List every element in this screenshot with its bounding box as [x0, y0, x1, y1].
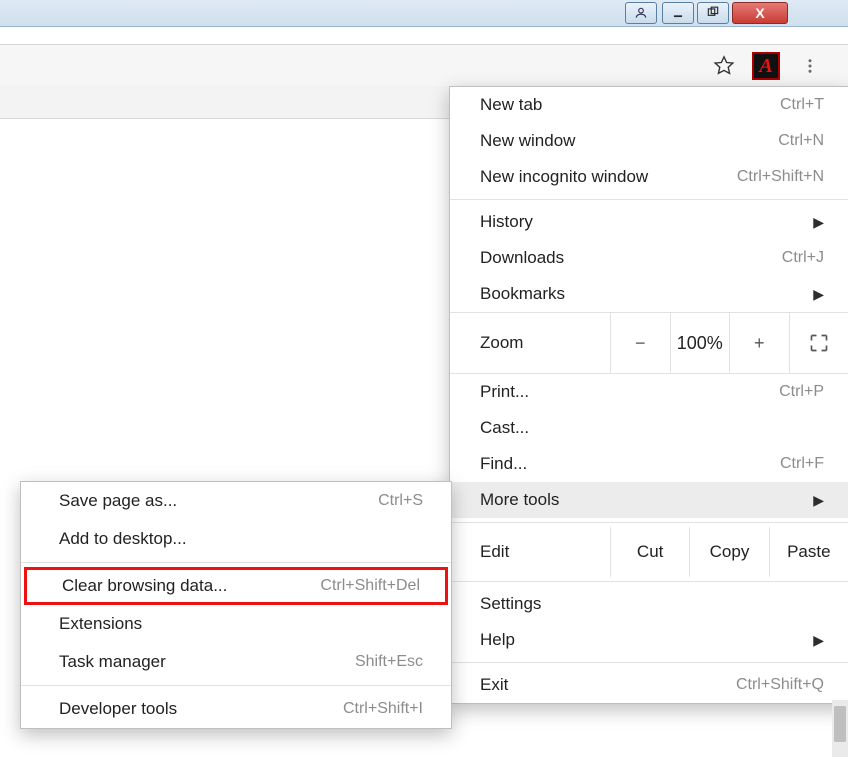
edit-copy-button[interactable]: Copy — [689, 527, 768, 577]
menu-separator — [450, 662, 848, 663]
menu-bookmarks[interactable]: Bookmarks ▶ — [450, 276, 848, 312]
edit-paste-button[interactable]: Paste — [769, 527, 848, 577]
submenu-label: Save page as... — [59, 491, 177, 511]
menu-shortcut: Ctrl+J — [782, 249, 824, 267]
submenu-task-manager[interactable]: Task manager Shift+Esc — [21, 643, 451, 681]
menu-cast[interactable]: Cast... — [450, 410, 848, 446]
bookmark-star-button[interactable] — [710, 52, 738, 80]
adobe-icon: A — [759, 52, 772, 80]
menu-shortcut: Ctrl+F — [780, 455, 824, 473]
menu-new-window[interactable]: New window Ctrl+N — [450, 123, 848, 159]
menu-edit-row: Edit Cut Copy Paste — [450, 527, 848, 577]
menu-label: Find... — [480, 454, 527, 474]
window-maximize-button[interactable] — [697, 2, 729, 24]
zoom-value: 100% — [670, 313, 730, 373]
menu-history[interactable]: History ▶ — [450, 204, 848, 240]
menu-label: Cast... — [480, 418, 529, 438]
menu-shortcut: Ctrl+P — [779, 383, 824, 401]
adobe-extension-button[interactable]: A — [752, 52, 780, 80]
submenu-shortcut: Ctrl+Shift+I — [343, 700, 423, 718]
edit-cut-button[interactable]: Cut — [610, 527, 689, 577]
menu-label: Bookmarks — [480, 284, 565, 304]
page-scrollbar[interactable] — [832, 700, 848, 757]
menu-label: New window — [480, 131, 575, 151]
chrome-main-menu: New tab Ctrl+T New window Ctrl+N New inc… — [449, 86, 848, 704]
submenu-arrow-icon: ▶ — [813, 632, 824, 649]
menu-settings[interactable]: Settings — [450, 586, 848, 622]
menu-label: History — [480, 212, 533, 232]
submenu-shortcut: Shift+Esc — [355, 653, 423, 671]
submenu-label: Task manager — [59, 652, 166, 672]
close-icon: X — [755, 5, 764, 21]
submenu-arrow-icon: ▶ — [813, 492, 824, 509]
menu-label: More tools — [480, 490, 559, 510]
submenu-arrow-icon: ▶ — [813, 214, 824, 231]
menu-help[interactable]: Help ▶ — [450, 622, 848, 658]
menu-shortcut: Ctrl+Shift+N — [737, 168, 824, 186]
submenu-separator — [21, 562, 451, 563]
menu-zoom-label: Zoom — [450, 333, 610, 353]
submenu-shortcut: Ctrl+Shift+Del — [320, 577, 420, 595]
menu-label: New incognito window — [480, 167, 648, 187]
window-close-button[interactable]: X — [732, 2, 788, 24]
menu-separator — [450, 581, 848, 582]
menu-find[interactable]: Find... Ctrl+F — [450, 446, 848, 482]
zoom-in-button[interactable]: + — [729, 313, 789, 373]
submenu-label: Extensions — [59, 614, 142, 634]
submenu-clear-browsing-data[interactable]: Clear browsing data... Ctrl+Shift+Del — [24, 567, 448, 605]
menu-exit[interactable]: Exit Ctrl+Shift+Q — [450, 667, 848, 703]
fullscreen-icon — [809, 333, 829, 353]
menu-shortcut: Ctrl+T — [780, 96, 824, 114]
menu-label: New tab — [480, 95, 542, 115]
submenu-label: Clear browsing data... — [62, 576, 227, 596]
menu-label: Print... — [480, 382, 529, 402]
more-tools-submenu: Save page as... Ctrl+S Add to desktop...… — [20, 481, 452, 729]
submenu-extensions[interactable]: Extensions — [21, 605, 451, 643]
maximize-icon — [706, 6, 720, 20]
submenu-save-page-as[interactable]: Save page as... Ctrl+S — [21, 482, 451, 520]
user-icon — [634, 6, 648, 20]
fullscreen-button[interactable] — [789, 313, 848, 373]
star-icon — [713, 55, 735, 77]
menu-label: Downloads — [480, 248, 564, 268]
menu-label: Settings — [480, 594, 541, 614]
minimize-icon — [671, 6, 685, 20]
menu-shortcut: Ctrl+N — [778, 132, 824, 150]
menu-shortcut: Ctrl+Shift+Q — [736, 676, 824, 694]
window-user-button[interactable] — [625, 2, 657, 24]
submenu-separator — [21, 685, 451, 686]
submenu-add-to-desktop[interactable]: Add to desktop... — [21, 520, 451, 558]
menu-new-incognito[interactable]: New incognito window Ctrl+Shift+N — [450, 159, 848, 195]
browser-toolbar: A — [0, 44, 848, 88]
scrollbar-thumb[interactable] — [834, 706, 846, 742]
kebab-icon — [801, 57, 819, 75]
window-minimize-button[interactable] — [662, 2, 694, 24]
menu-separator — [450, 199, 848, 200]
menu-separator — [450, 522, 848, 523]
window-titlebar: X — [0, 0, 848, 27]
menu-more-tools[interactable]: More tools ▶ — [450, 482, 848, 518]
submenu-label: Developer tools — [59, 699, 177, 719]
submenu-arrow-icon: ▶ — [813, 286, 824, 303]
menu-print[interactable]: Print... Ctrl+P — [450, 374, 848, 410]
menu-label: Help — [480, 630, 515, 650]
menu-downloads[interactable]: Downloads Ctrl+J — [450, 240, 848, 276]
submenu-label: Add to desktop... — [59, 529, 187, 549]
menu-new-tab[interactable]: New tab Ctrl+T — [450, 87, 848, 123]
chrome-menu-button[interactable] — [796, 52, 824, 80]
menu-zoom-row: Zoom − 100% + — [450, 312, 848, 374]
menu-edit-label: Edit — [450, 542, 610, 562]
submenu-developer-tools[interactable]: Developer tools Ctrl+Shift+I — [21, 690, 451, 728]
menu-label: Exit — [480, 675, 508, 695]
zoom-out-button[interactable]: − — [610, 313, 670, 373]
page-header-strip — [0, 86, 451, 119]
submenu-shortcut: Ctrl+S — [378, 492, 423, 510]
